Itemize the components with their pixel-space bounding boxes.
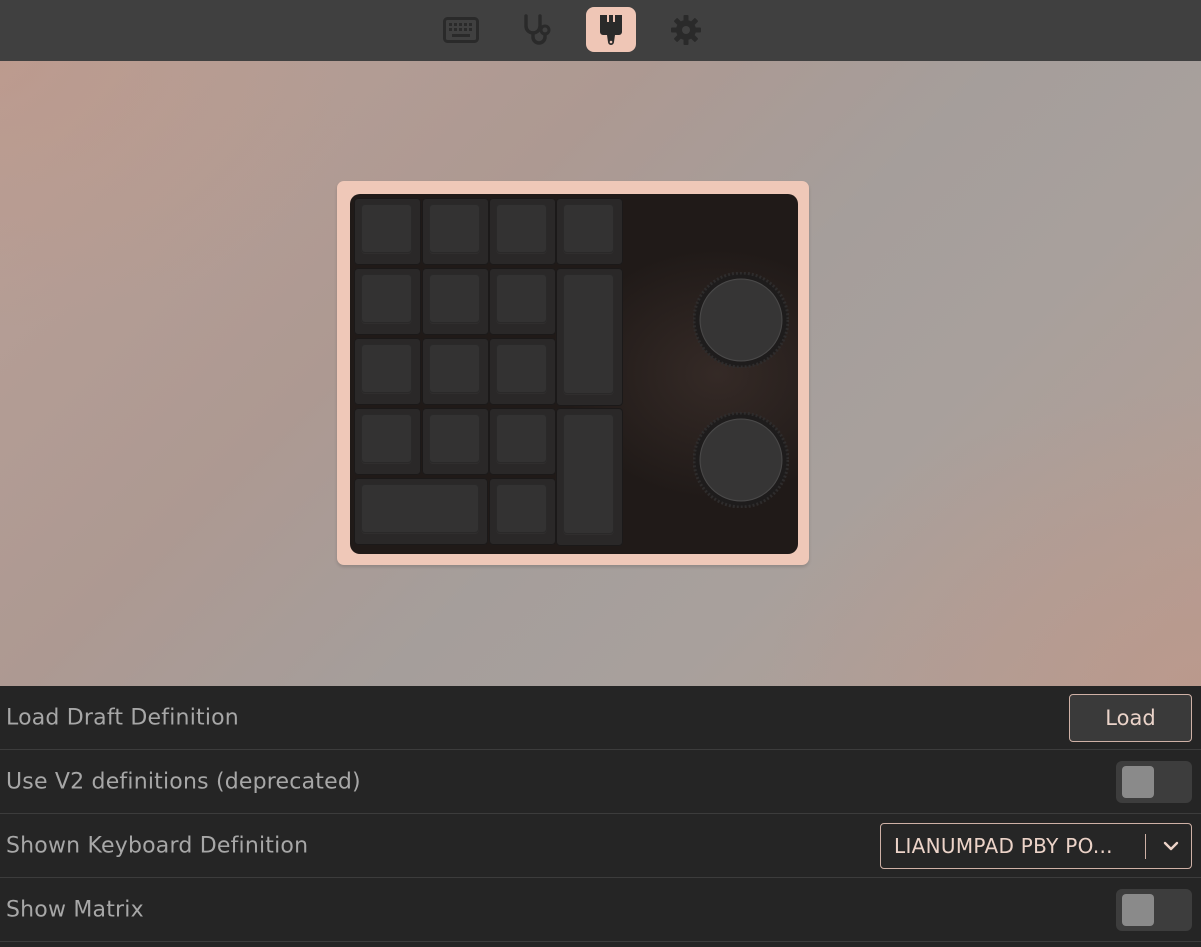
paintbrush-icon xyxy=(598,13,624,47)
keyboard-icon xyxy=(443,16,479,43)
use-v2-toggle[interactable] xyxy=(1116,761,1192,803)
tab-settings[interactable] xyxy=(661,7,711,52)
chevron-down-icon[interactable] xyxy=(1163,837,1179,859)
key[interactable] xyxy=(422,268,489,335)
key[interactable] xyxy=(422,408,489,475)
tab-test[interactable] xyxy=(511,7,561,52)
key[interactable] xyxy=(489,198,556,265)
key[interactable] xyxy=(489,338,556,405)
key[interactable] xyxy=(489,268,556,335)
toggle-thumb xyxy=(1122,766,1154,798)
key[interactable] xyxy=(489,408,556,475)
key[interactable] xyxy=(354,338,421,405)
tab-design[interactable] xyxy=(586,7,636,52)
setting-label: Load Draft Definition xyxy=(6,705,239,730)
setting-row-load-draft: Load Draft Definition Load xyxy=(0,686,1201,750)
rotary-encoder-knob[interactable] xyxy=(692,271,790,369)
rotary-encoder-knob[interactable] xyxy=(692,411,790,509)
key[interactable] xyxy=(354,268,421,335)
select-separator xyxy=(1145,834,1146,859)
setting-row-show-matrix: Show Matrix xyxy=(0,878,1201,942)
design-settings-panel: Load Draft Definition Load Use V2 defini… xyxy=(0,686,1201,947)
key[interactable] xyxy=(556,198,623,265)
key-tall[interactable] xyxy=(556,268,623,406)
setting-label: Show Matrix xyxy=(6,897,144,922)
key-wide[interactable] xyxy=(354,478,488,545)
gear-icon xyxy=(670,14,702,46)
keyboard-definition-select[interactable]: LIANUMPAD PBY PO... xyxy=(880,823,1192,869)
key[interactable] xyxy=(354,408,421,475)
setting-row-shown-definition: Shown Keyboard Definition LIANUMPAD PBY … xyxy=(0,814,1201,878)
keyboard-plate xyxy=(350,194,798,554)
key[interactable] xyxy=(422,338,489,405)
keyboard-preview-area xyxy=(0,61,1201,686)
key[interactable] xyxy=(489,478,556,545)
key-tall[interactable] xyxy=(556,408,623,546)
top-nav-bar xyxy=(0,0,1201,61)
setting-label: Shown Keyboard Definition xyxy=(6,833,309,858)
toggle-thumb xyxy=(1122,894,1154,926)
keyboard-case xyxy=(337,181,809,565)
load-button[interactable]: Load xyxy=(1069,694,1192,742)
setting-label: Use V2 definitions (deprecated) xyxy=(6,769,361,794)
tab-configure[interactable] xyxy=(436,7,486,52)
key[interactable] xyxy=(354,198,421,265)
setting-row-use-v2: Use V2 definitions (deprecated) xyxy=(0,750,1201,814)
show-matrix-toggle[interactable] xyxy=(1116,889,1192,931)
stethoscope-icon xyxy=(519,13,553,47)
select-value: LIANUMPAD PBY PO... xyxy=(894,834,1113,858)
key[interactable] xyxy=(422,198,489,265)
